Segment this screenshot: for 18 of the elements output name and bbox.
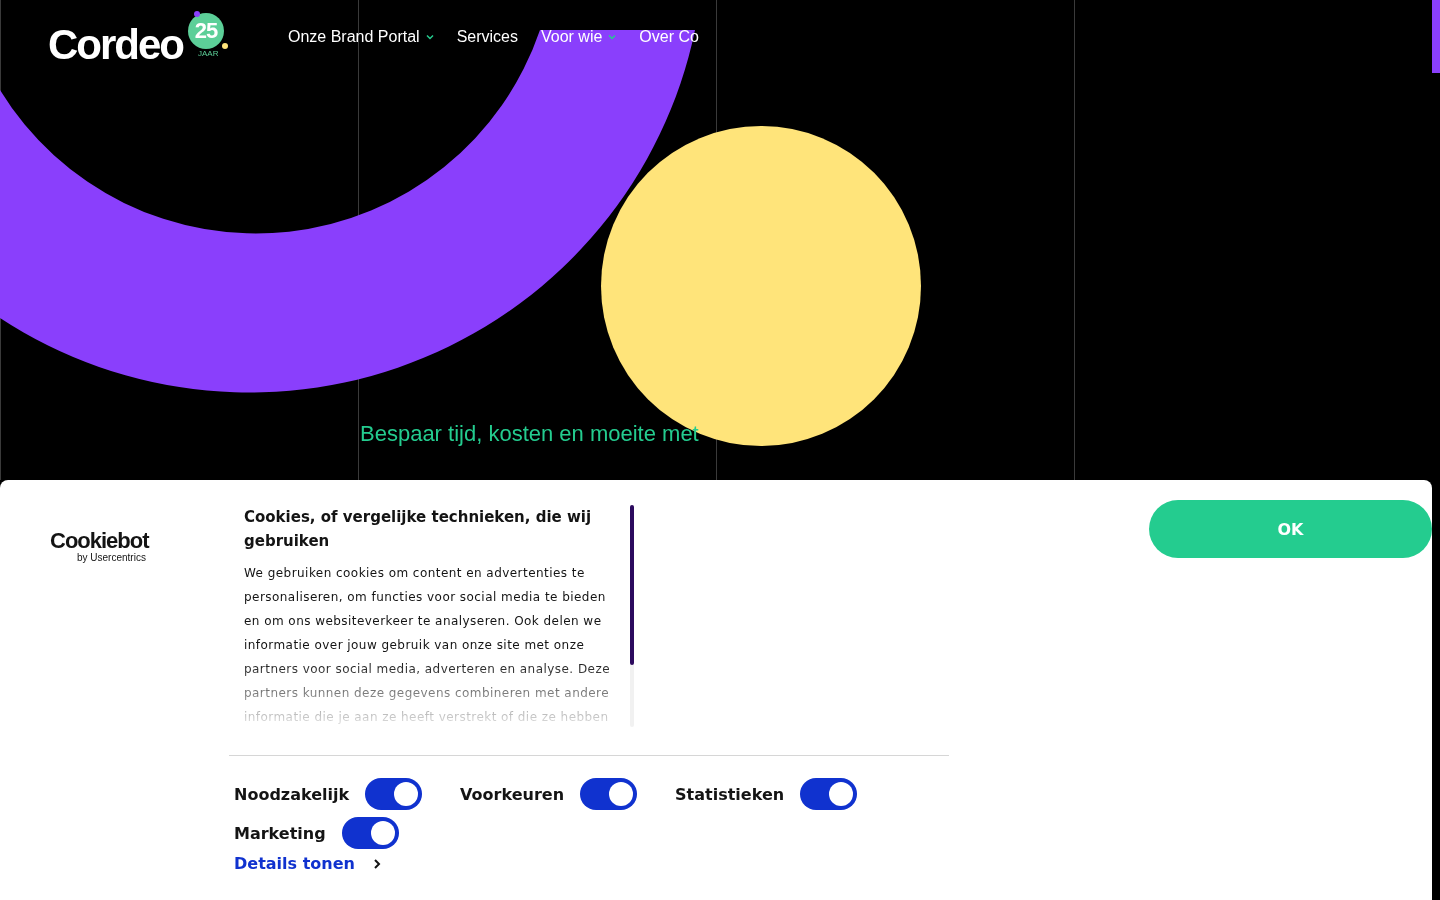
toggle-switch[interactable] [580,778,638,810]
toggle-switch[interactable] [341,817,399,849]
banner-title: Cookies, of vergelijke technieken, die wij gebruiken [244,507,593,552]
toggle-label: Statistieken [675,784,785,804]
nav-link[interactable]: Services [456,28,518,46]
scrollbar-thumb[interactable] [630,505,634,665]
toggle-switch[interactable] [800,778,858,810]
chevron-right-icon [372,857,381,870]
cookiebot-subtitle: by Usercentrics [77,552,147,564]
toggle-label: Voorkeuren [460,784,565,804]
details-link[interactable]: Details tonen [234,854,381,873]
toggle-label: Marketing [234,823,326,843]
toggle-label: Noodzakelijk [234,784,350,804]
hero-tagline: Bespaar tijd, kosten en moeite met [360,421,699,447]
cookiebot-logo: Cookiebot [50,530,151,552]
toggle-switch[interactable] [365,778,423,810]
nav-link[interactable]: Onze Brand Portal [288,28,434,46]
nav-link[interactable]: Voor wie [541,28,617,46]
